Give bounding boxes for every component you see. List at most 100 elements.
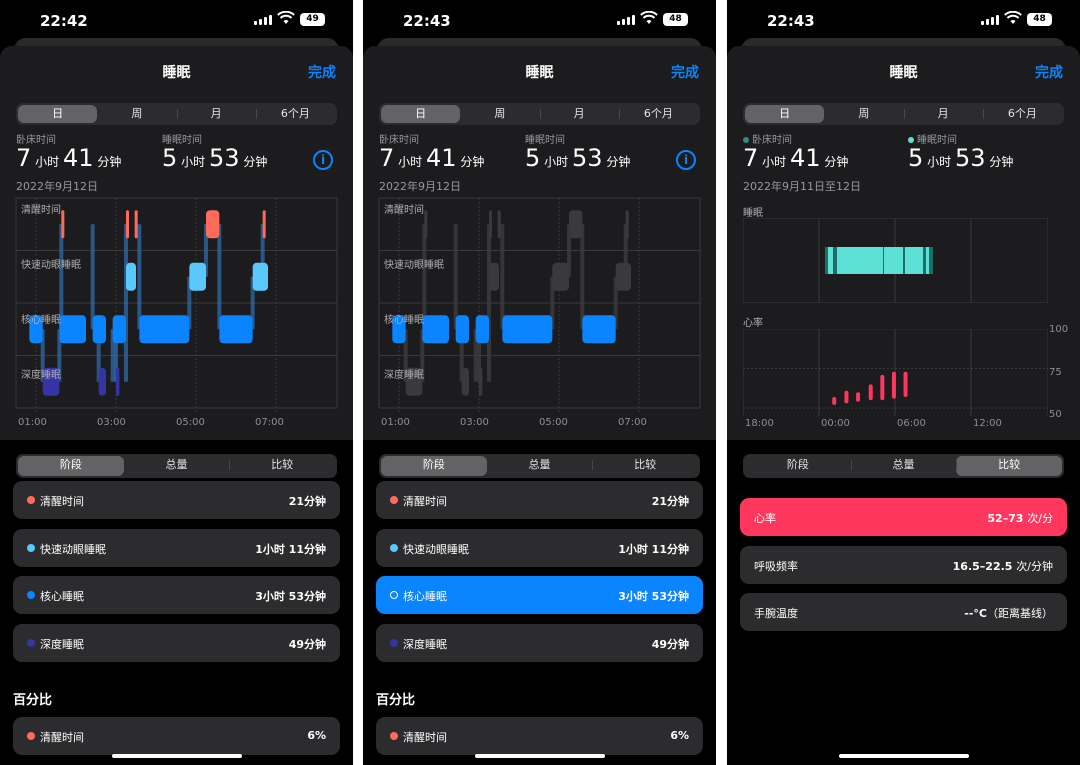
hr-range-bar (891, 371, 896, 399)
home-indicator[interactable] (839, 754, 969, 758)
tab-comparisons[interactable]: 比较 (956, 456, 1063, 476)
core-ring-icon (390, 591, 398, 599)
row-label: 快速动眼睡眠 (403, 543, 469, 556)
percent-row-awake[interactable]: 清醒时间 6% (13, 717, 340, 755)
stage-block-rem (189, 262, 206, 291)
stage-row-rem[interactable]: 快速动眼睡眠 1小时 11分钟 (13, 529, 340, 567)
stage-transition (90, 224, 95, 330)
x-tick: 12:00 (973, 418, 1002, 429)
tab-week[interactable]: 周 (824, 105, 903, 123)
row-value: 21分钟 (651, 495, 689, 508)
row-value: 1小时 11分钟 (255, 543, 326, 556)
percent-row-awake[interactable]: 清醒时间 6% (376, 717, 703, 755)
asleep-duration: 5 小时 53 分钟 (908, 144, 1014, 172)
stage-row-awake[interactable]: 清醒时间 21分钟 (376, 481, 703, 519)
tab-6-months[interactable]: 6个月 (255, 105, 335, 123)
stage-block-awake (497, 210, 501, 239)
compare-row-heart-rate[interactable]: 心率 52–73 次/分 (740, 498, 1067, 536)
home-indicator[interactable] (112, 754, 242, 758)
battery-icon: 49 (300, 13, 325, 26)
tab-week[interactable]: 周 (97, 105, 176, 123)
stage-transition (137, 224, 142, 330)
stage-label-awake: 清醒时间 (21, 205, 61, 216)
asleep-bar (837, 247, 883, 274)
stage-row-deep[interactable]: 深度睡眠 49分钟 (376, 624, 703, 662)
stage-block-core (475, 315, 489, 344)
rem-dot-icon (27, 544, 35, 552)
wifi-icon (1004, 11, 1022, 24)
percent-section-title: 百分比 (376, 693, 416, 708)
tab-amounts[interactable]: 总量 (487, 456, 593, 476)
stage-block-core (502, 315, 553, 344)
tab-stages[interactable]: 阶段 (18, 456, 124, 476)
awake-dot-icon (27, 732, 35, 740)
tab-amounts[interactable]: 总量 (124, 456, 230, 476)
done-button[interactable]: 完成 (1035, 62, 1063, 82)
signal-icon (617, 15, 635, 25)
sleep-timeline-chart (743, 218, 1048, 303)
x-tick: 03:00 (460, 417, 489, 428)
tab-stages[interactable]: 阶段 (745, 456, 851, 476)
home-indicator[interactable] (475, 754, 605, 758)
stage-row-deep[interactable]: 深度睡眠 49分钟 (13, 624, 340, 662)
hr-range-bar (856, 392, 861, 402)
date-label: 2022年9月12日 (16, 180, 98, 193)
stage-block-awake (625, 210, 629, 239)
tab-comparisons[interactable]: 比较 (592, 456, 698, 476)
stage-transition (500, 224, 505, 330)
tab-day[interactable]: 日 (745, 105, 825, 123)
compare-row-respiratory-rate[interactable]: 呼吸频率 16.5–22.5 次/分钟 (740, 546, 1067, 584)
stage-block-core (582, 315, 616, 344)
battery-icon: 48 (663, 13, 688, 26)
tab-comparisons[interactable]: 比较 (229, 456, 335, 476)
tab-month[interactable]: 月 (176, 105, 256, 123)
heart-rate-chart (743, 329, 1048, 416)
in-bed-dot-icon (743, 137, 749, 143)
summary-segmented-control: 阶段 总量 比较 (743, 454, 1064, 478)
tab-6-months[interactable]: 6个月 (618, 105, 698, 123)
deep-dot-icon (390, 639, 398, 647)
hr-tick: 100 (1049, 324, 1069, 335)
in-bed-duration: 7 小时 41 分钟 (16, 144, 122, 172)
x-tick: 01:00 (18, 417, 47, 428)
tab-month[interactable]: 月 (903, 105, 983, 123)
row-label: 深度睡眠 (403, 638, 447, 651)
done-button[interactable]: 完成 (671, 62, 699, 82)
tab-month[interactable]: 月 (539, 105, 619, 123)
stage-label-core: 核心睡眠 (384, 315, 424, 326)
awake-dot-icon (27, 496, 35, 504)
stage-block-awake (61, 210, 65, 239)
phone-screen-stages: 22:42 49 睡眠 完成 日 周 月 6个月 卧床时间 7 小时 41 分钟… (0, 0, 353, 765)
tab-amounts[interactable]: 总量 (850, 456, 957, 476)
stage-block-core (455, 315, 469, 344)
info-icon[interactable]: i (676, 150, 696, 170)
hr-range-bar (844, 390, 849, 404)
row-value: --°C（距离基线） (964, 607, 1053, 620)
stage-row-rem[interactable]: 快速动眼睡眠 1小时 11分钟 (376, 529, 703, 567)
stage-row-core-selected[interactable]: 核心睡眠 3小时 53分钟 (376, 576, 703, 614)
tab-stages[interactable]: 阶段 (381, 456, 487, 476)
stage-row-core[interactable]: 核心睡眠 3小时 53分钟 (13, 576, 340, 614)
stage-row-awake[interactable]: 清醒时间 21分钟 (13, 481, 340, 519)
status-time: 22:43 (767, 12, 815, 30)
stage-block-deep (461, 367, 469, 396)
tab-day[interactable]: 日 (18, 105, 98, 123)
asleep-duration: 5 小时 53 分钟 (525, 144, 631, 172)
tab-day[interactable]: 日 (381, 105, 461, 123)
status-time: 22:42 (40, 12, 88, 30)
stage-block-deep (98, 367, 106, 396)
stage-block-deep (479, 367, 483, 396)
status-bar: 22:42 49 (0, 0, 353, 40)
row-value: 52–73 次/分 (987, 512, 1053, 525)
tab-week[interactable]: 周 (460, 105, 539, 123)
details-panel: 阶段 总量 比较 清醒时间 21分钟 快速动眼睡眠 1小时 11分钟 核心睡眠 3小时… (363, 440, 716, 765)
status-bar: 22:43 48 (727, 0, 1080, 40)
stage-label-rem: 快速动眼睡眠 (21, 260, 81, 271)
tab-6-months[interactable]: 6个月 (982, 105, 1062, 123)
hr-range-bar (880, 374, 885, 401)
stage-block-rem (615, 262, 631, 291)
compare-row-wrist-temperature[interactable]: 手腕温度 --°C（距离基线） (740, 593, 1067, 631)
done-button[interactable]: 完成 (308, 62, 336, 82)
x-tick: 07:00 (618, 417, 647, 428)
info-icon[interactable]: i (313, 150, 333, 170)
